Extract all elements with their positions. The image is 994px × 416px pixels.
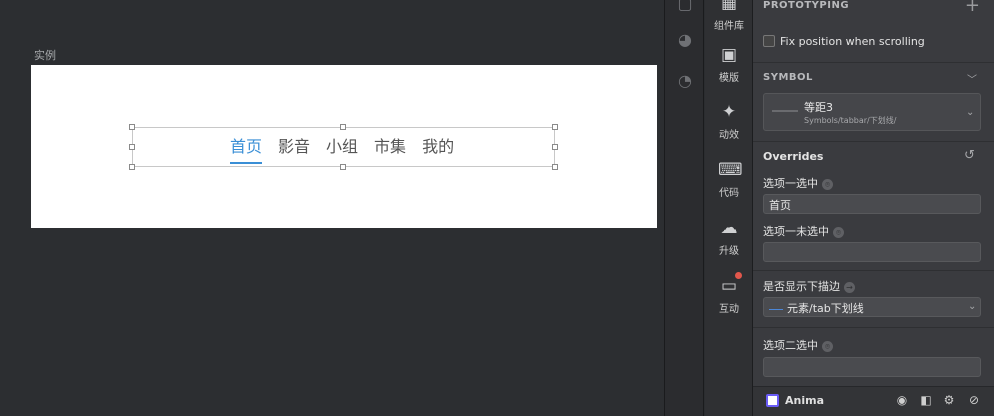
toolbar-components[interactable]: ▦ 组件库 (705, 0, 753, 32)
info-icon: ⌾ (822, 340, 833, 352)
anima-label[interactable]: Anima (785, 394, 824, 407)
anima-bar: Anima ◉ ◧ ⚙ ⊘ (753, 386, 994, 416)
divider (753, 62, 994, 63)
reset-icon[interactable]: ↺ (964, 148, 975, 163)
resize-handle[interactable] (340, 124, 346, 130)
override-select[interactable]: 元素/tab下划线 ⌄ (763, 297, 981, 317)
toolbar-label: 模版 (719, 73, 739, 84)
overrides-title: Overrides (763, 150, 824, 163)
notification-dot (735, 272, 742, 279)
resize-handle[interactable] (340, 164, 346, 170)
override-label: 选项一选中 ⌾ (763, 175, 833, 191)
toolbar-code[interactable]: ⌨ 代码 (705, 159, 753, 199)
add-icon[interactable]: + (965, 0, 980, 16)
animation-icon: ✦ (721, 102, 737, 122)
palette-icon[interactable]: ◕ (675, 30, 695, 50)
template-icon: ▣ (720, 45, 738, 65)
toolbar-label: 升级 (719, 246, 739, 257)
inspector-panel: PROTOTYPING + Fix position when scrollin… (753, 0, 994, 416)
chevron-down-icon[interactable]: ﹀ (967, 71, 977, 86)
info-icon: ⌾ (822, 178, 833, 190)
resize-handle[interactable] (129, 144, 135, 150)
override-label-text: 选项一未选中 (763, 225, 829, 238)
override-label: 选项二选中 ⌾ (763, 337, 833, 353)
prototyping-title: PROTOTYPING (763, 0, 850, 11)
toolbar-comment[interactable]: ▭ 互动 (705, 275, 753, 315)
symbol-select[interactable]: 等距3 Symbols/tabbar/下划线/ ⌄ (763, 93, 981, 131)
document-icon[interactable]: ▢ (675, 0, 695, 14)
resize-handle[interactable] (129, 164, 135, 170)
plugin-toolbar: ▦ 组件库 ▣ 模版 ✦ 动效 ⌨ 代码 ☁ 升级 ▭ 互动 (705, 0, 753, 416)
toolbar-label: 代码 (719, 188, 739, 199)
override-input[interactable]: 首页 (763, 194, 981, 214)
fix-position-label[interactable]: Fix position when scrolling (780, 35, 925, 48)
divider (753, 327, 994, 328)
fix-position-checkbox[interactable] (763, 35, 775, 47)
symbol-title: SYMBOL (763, 72, 813, 83)
override-label: 选项一未选中 ⌾ (763, 223, 844, 239)
code-icon: ⌨ (718, 160, 743, 180)
chevron-down-icon: ⌄ (966, 107, 975, 118)
toolbar-label: 互动 (719, 304, 739, 315)
toolbar-upgrade[interactable]: ☁ 升级 (705, 217, 753, 257)
resize-handle[interactable] (552, 124, 558, 130)
override-label: 是否显示下描边 → (763, 278, 855, 294)
resize-handle[interactable] (552, 164, 558, 170)
components-icon: ▦ (720, 0, 738, 13)
override-label-text: 选项二选中 (763, 339, 818, 352)
arrow-icon: → (844, 281, 855, 293)
selection-box[interactable] (132, 127, 555, 167)
pie-chart-icon[interactable]: ◔ (675, 71, 695, 91)
chevron-down-icon: ⌄ (968, 301, 977, 312)
design-canvas[interactable]: 实例 首页 影音 小组 市集 我的 (0, 0, 664, 416)
resize-handle[interactable] (552, 144, 558, 150)
symbol-thumbnail (772, 110, 798, 112)
override-input[interactable] (763, 242, 981, 262)
divider (753, 141, 994, 142)
toolbar-label: 动效 (719, 130, 739, 141)
override-label-text: 是否显示下描边 (763, 280, 840, 293)
info-icon: ⌾ (833, 226, 844, 238)
toolbar-animation[interactable]: ✦ 动效 (705, 101, 753, 141)
artboard-label[interactable]: 实例 (34, 47, 56, 63)
record-icon[interactable]: ◉ (895, 393, 909, 407)
symbol-path: Symbols/tabbar/下划线/ (804, 116, 897, 125)
line-swatch (769, 308, 783, 310)
symbol-name: 等距3 (804, 101, 833, 114)
override-label-text: 选项一选中 (763, 177, 818, 190)
override-select-value: 元素/tab下划线 (787, 302, 864, 315)
resize-handle[interactable] (129, 124, 135, 130)
compass-icon[interactable]: ⊘ (967, 393, 981, 407)
layout-icon[interactable]: ◧ (919, 393, 933, 407)
override-input[interactable] (763, 357, 981, 377)
plugin-strip: ▢ ◕ ◔ (664, 0, 704, 416)
toolbar-template[interactable]: ▣ 模版 (705, 44, 753, 84)
anima-logo (766, 394, 779, 407)
upgrade-icon: ☁ (720, 218, 738, 238)
gear-icon[interactable]: ⚙ (942, 393, 956, 407)
divider (753, 270, 994, 271)
toolbar-label: 组件库 (714, 21, 744, 32)
